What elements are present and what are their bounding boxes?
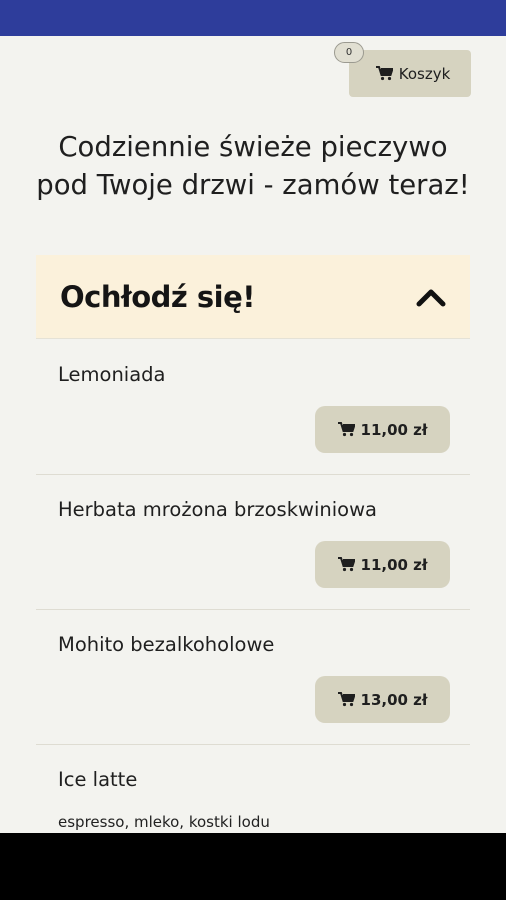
product-name: Lemoniada <box>58 363 166 386</box>
cart-count-badge: 0 <box>334 42 364 63</box>
page-headline: Codziennie świeże pieczywo pod Twoje drz… <box>36 131 470 201</box>
cart-label: Koszyk <box>398 64 451 83</box>
section-title: Ochłodź się! <box>60 279 256 314</box>
add-to-cart-button[interactable]: 11,00 zł <box>315 541 450 588</box>
product-list: Lemoniada 11,00 zł Herbata mrożona brzos… <box>36 340 470 880</box>
price-label: 13,00 zł <box>360 690 428 709</box>
product-item: Herbata mrożona brzoskwiniowa 11,00 zł <box>36 475 470 610</box>
cart-icon <box>337 692 355 707</box>
product-name: Ice latte <box>58 768 138 791</box>
product-name: Mohito bezalkoholowe <box>58 633 275 656</box>
chevron-up-icon[interactable] <box>416 285 446 309</box>
product-name: Herbata mrożona brzoskwiniowa <box>58 498 377 521</box>
cart-icon <box>375 66 393 81</box>
price-label: 11,00 zł <box>360 420 428 439</box>
product-item: Mohito bezalkoholowe 13,00 zł <box>36 610 470 745</box>
status-bar <box>0 0 506 36</box>
add-to-cart-button[interactable]: 11,00 zł <box>315 406 450 453</box>
product-description: espresso, mleko, kostki lodu <box>58 813 270 831</box>
price-label: 11,00 zł <box>360 555 428 574</box>
section-header[interactable]: Ochłodź się! <box>36 255 470 339</box>
product-item: Lemoniada 11,00 zł <box>36 340 470 475</box>
cart-icon <box>337 557 355 572</box>
navigation-bar <box>0 833 506 900</box>
cart-icon <box>337 422 355 437</box>
cart-area: Koszyk 0 <box>334 42 472 98</box>
add-to-cart-button[interactable]: 13,00 zł <box>315 676 450 723</box>
cart-button[interactable]: Koszyk <box>349 50 471 97</box>
